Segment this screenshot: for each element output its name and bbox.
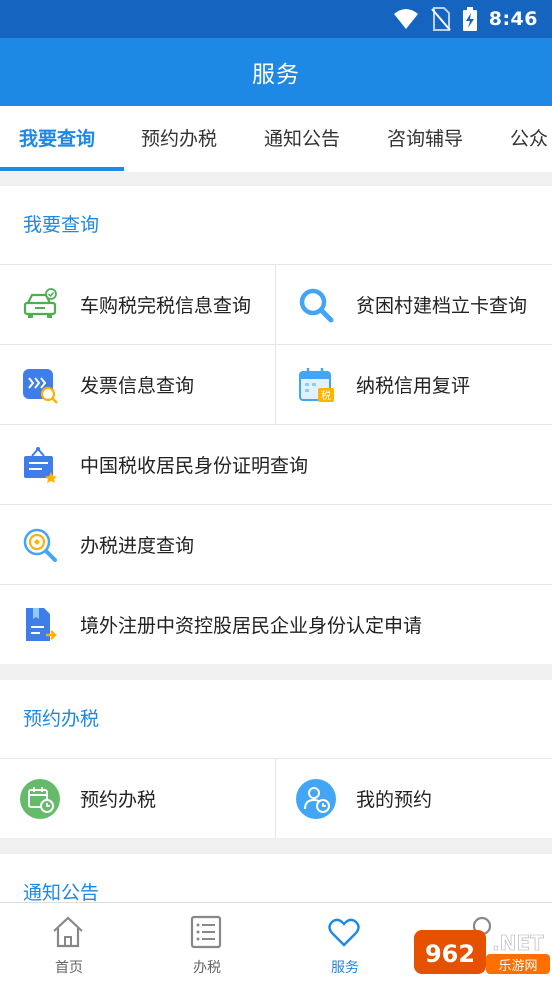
svg-text:.NET: .NET bbox=[492, 931, 544, 955]
service-item-label: 我的预约 bbox=[356, 789, 433, 811]
grid-row: 预约办税 我的预约 bbox=[0, 759, 552, 838]
service-item-label: 发票信息查询 bbox=[80, 375, 195, 397]
clock: 8:46 bbox=[488, 8, 538, 30]
calendar-clock-icon bbox=[20, 778, 60, 819]
section-notice: 通知公告 bbox=[0, 854, 552, 902]
service-item-invoice[interactable]: 发票信息查询 bbox=[0, 345, 275, 424]
service-item-offshore-enterprise[interactable]: 境外注册中资控股居民企业身份认定申请 bbox=[0, 585, 552, 664]
service-item-label: 预约办税 bbox=[80, 789, 157, 811]
grid-row: 发票信息查询 税 纳税信用复评 bbox=[0, 345, 552, 425]
watermark-text: 962 bbox=[425, 940, 475, 968]
section-title-query: 我要查询 bbox=[0, 186, 552, 265]
tab-query[interactable]: 我要查询 bbox=[19, 106, 95, 172]
service-item-label: 办税进度查询 bbox=[80, 535, 195, 557]
list-row: 中国税收居民身份证明查询 bbox=[0, 425, 552, 505]
car-icon bbox=[23, 287, 57, 318]
tab-notice[interactable]: 通知公告 bbox=[264, 106, 340, 172]
certificate-icon bbox=[24, 446, 57, 483]
document-arrow-icon bbox=[26, 607, 57, 641]
grid-row: 车购税完税信息查询 贫困村建档立卡查询 bbox=[0, 265, 552, 345]
section-divider bbox=[0, 664, 552, 680]
service-item-credit-review[interactable]: 税 纳税信用复评 bbox=[275, 345, 552, 424]
tab-consulting[interactable]: 咨询辅导 bbox=[387, 106, 463, 172]
heart-icon bbox=[328, 918, 360, 947]
nav-label: 首页 bbox=[55, 960, 83, 976]
nav-home[interactable]: 首页 bbox=[0, 903, 138, 982]
section-query: 我要查询 车购税完税信息查询 贫困村建档立卡查询 发票信息查询 税 纳税信用复评… bbox=[0, 186, 552, 664]
no-sim-icon bbox=[430, 7, 451, 31]
list-row: 办税进度查询 bbox=[0, 505, 552, 585]
service-item-label: 中国税收居民身份证明查询 bbox=[80, 455, 309, 477]
page-title: 服务 bbox=[252, 62, 300, 88]
app-bar: 服务 bbox=[0, 38, 552, 106]
wifi-icon bbox=[393, 9, 418, 29]
nav-label: 服务 bbox=[331, 960, 359, 976]
battery-charging-icon bbox=[462, 7, 477, 31]
service-item-label: 贫困村建档立卡查询 bbox=[356, 295, 528, 317]
watermark-logo: 962 .NET 乐游网 bbox=[414, 930, 550, 974]
status-bar: 8:46 bbox=[0, 0, 552, 38]
service-item-progress[interactable]: 办税进度查询 bbox=[0, 505, 552, 584]
tab-public[interactable]: 公众 bbox=[510, 106, 548, 172]
user-clock-icon bbox=[296, 778, 336, 819]
nav-label: 办税 bbox=[193, 960, 221, 976]
nav-service[interactable]: 服务 bbox=[276, 903, 414, 982]
service-item-vehicle-tax[interactable]: 车购税完税信息查询 bbox=[0, 265, 275, 344]
service-item-poverty-village[interactable]: 贫困村建档立卡查询 bbox=[275, 265, 552, 344]
magnifier-icon bbox=[299, 288, 334, 322]
tab-bar: 我要查询 预约办税 通知公告 咨询辅导 公众 bbox=[0, 106, 552, 172]
active-tab-indicator bbox=[0, 167, 124, 171]
invoice-search-icon bbox=[23, 368, 58, 404]
home-icon bbox=[53, 916, 83, 948]
service-item-my-appointments[interactable]: 我的预约 bbox=[275, 759, 552, 838]
content-scroll[interactable]: 我要查询 车购税完税信息查询 贫困村建档立卡查询 发票信息查询 税 纳税信用复评… bbox=[0, 186, 552, 902]
status-icons: 8:46 bbox=[393, 0, 538, 38]
svg-text:税: 税 bbox=[321, 389, 331, 402]
service-item-tax-resident-certificate[interactable]: 中国税收居民身份证明查询 bbox=[0, 425, 552, 504]
progress-search-icon bbox=[23, 528, 57, 562]
section-title-notice: 通知公告 bbox=[23, 882, 100, 902]
nav-tax[interactable]: 办税 bbox=[138, 903, 276, 982]
tab-appointment[interactable]: 预约办税 bbox=[141, 106, 217, 172]
calendar-tax-icon: 税 bbox=[299, 367, 334, 402]
section-divider bbox=[0, 838, 552, 854]
section-title-appointment: 预约办税 bbox=[0, 680, 552, 759]
service-item-label: 车购税完税信息查询 bbox=[80, 295, 252, 317]
watermark-subtext: 乐游网 bbox=[498, 959, 537, 974]
service-item-make-appointment[interactable]: 预约办税 bbox=[0, 759, 275, 838]
section-appointment: 预约办税 预约办税 我的预约 bbox=[0, 680, 552, 838]
list-row: 境外注册中资控股居民企业身份认定申请 bbox=[0, 585, 552, 664]
list-icon bbox=[190, 915, 222, 949]
service-item-label: 境外注册中资控股居民企业身份认定申请 bbox=[80, 615, 423, 637]
service-item-label: 纳税信用复评 bbox=[356, 375, 471, 397]
